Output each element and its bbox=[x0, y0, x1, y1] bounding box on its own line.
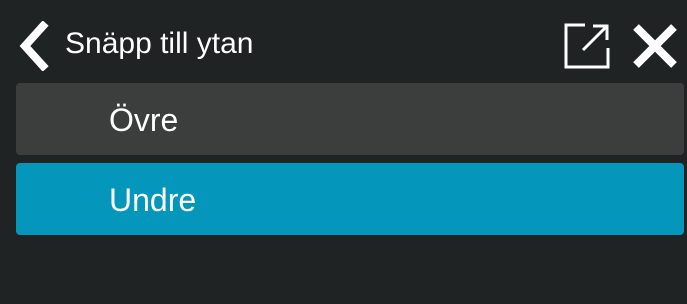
external-window-icon[interactable] bbox=[563, 22, 611, 70]
panel-title: Snäpp till ytan bbox=[65, 27, 254, 60]
option-upper[interactable]: Övre bbox=[16, 83, 684, 155]
option-upper-label: Övre bbox=[109, 102, 179, 138]
header: Snäpp till ytan bbox=[7, 8, 687, 80]
option-lower-label: Undre bbox=[109, 182, 197, 218]
chevron-left-icon[interactable] bbox=[13, 21, 53, 71]
surface-option-list: Övre Undre bbox=[16, 83, 684, 243]
option-lower-selected[interactable]: Undre bbox=[16, 163, 684, 235]
close-icon[interactable] bbox=[631, 22, 679, 70]
snap-to-surface-panel: Snäpp till ytan Övre Undre bbox=[7, 8, 687, 304]
